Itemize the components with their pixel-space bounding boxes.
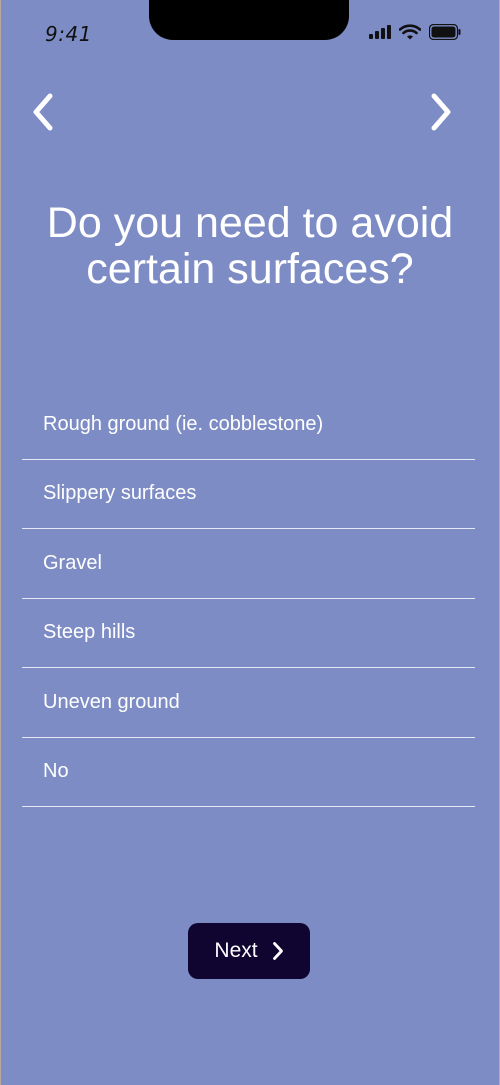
cellular-signal-icon	[369, 25, 391, 39]
status-icons	[369, 24, 461, 40]
chevron-left-icon	[32, 93, 54, 136]
chevron-right-icon	[272, 941, 284, 961]
battery-icon	[429, 24, 461, 40]
chevron-right-icon	[430, 93, 452, 136]
option-no[interactable]: No	[22, 738, 475, 807]
status-bar: 9:41	[1, 0, 499, 70]
option-label: Uneven ground	[43, 690, 180, 713]
option-label: No	[43, 760, 69, 783]
status-time: 9:41	[45, 22, 92, 46]
wifi-icon	[399, 24, 421, 40]
next-button[interactable]: Next	[188, 923, 310, 979]
option-slippery-surfaces[interactable]: Slippery surfaces	[22, 460, 475, 529]
question-title: Do you need to avoid certain surfaces?	[1, 200, 499, 292]
option-rough-ground[interactable]: Rough ground (ie. cobblestone)	[22, 390, 475, 460]
option-label: Slippery surfaces	[43, 482, 197, 505]
option-steep-hills[interactable]: Steep hills	[22, 599, 475, 668]
screen: 9:41 Do you need to avoid certain surfac…	[0, 0, 500, 1085]
question-line-1: Do you need to avoid	[46, 199, 454, 247]
next-button-label: Next	[214, 939, 258, 962]
device-notch	[149, 0, 349, 40]
option-label: Steep hills	[43, 621, 136, 644]
option-label: Gravel	[43, 551, 102, 574]
option-gravel[interactable]: Gravel	[22, 529, 475, 599]
option-uneven-ground[interactable]: Uneven ground	[22, 668, 475, 738]
option-label: Rough ground (ie. cobblestone)	[43, 412, 324, 435]
forward-button[interactable]	[423, 92, 459, 136]
back-button[interactable]	[25, 92, 61, 136]
question-line-2: certain surfaces?	[86, 245, 414, 293]
surface-options-list: Rough ground (ie. cobblestone) Slippery …	[22, 390, 475, 807]
